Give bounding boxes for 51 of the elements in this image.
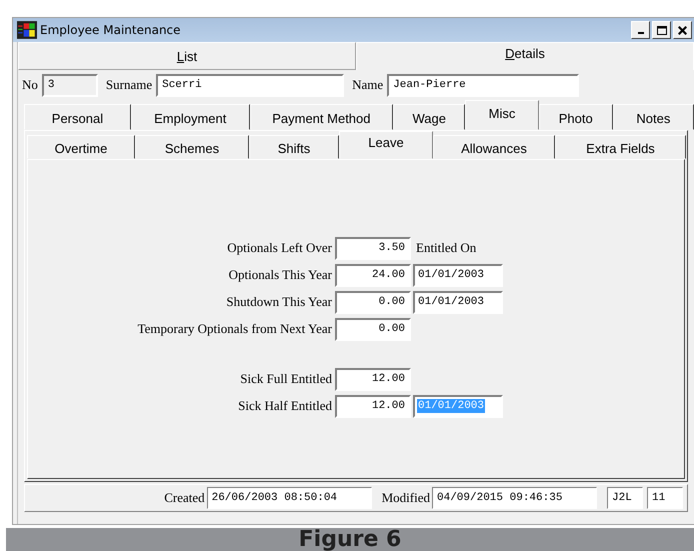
text-field[interactable]: Jean-Pierre bbox=[387, 74, 580, 96]
number-field[interactable]: 12.00 bbox=[335, 394, 411, 418]
field-label: Temporary Optionals from Next Year bbox=[136, 321, 333, 337]
window-title: Employee Maintenance bbox=[40, 23, 182, 37]
tab[interactable]: Notes bbox=[612, 104, 694, 130]
field-label: Sick Full Entitled bbox=[239, 371, 333, 387]
field-label: Surname bbox=[106, 77, 152, 93]
field-label: Optionals This Year bbox=[228, 267, 333, 283]
date-field[interactable]: 01/01/2003 bbox=[413, 264, 503, 286]
minimize-icon bbox=[638, 32, 644, 34]
view-tab[interactable]: Details bbox=[356, 42, 694, 70]
status-field: 26/06/2003 08:50:04 bbox=[206, 487, 372, 509]
field-label: Name bbox=[352, 77, 384, 93]
close-icon bbox=[678, 26, 687, 34]
app-icon bbox=[17, 21, 37, 39]
tab[interactable]: Schemes bbox=[135, 135, 249, 159]
status-field: J2L bbox=[607, 487, 643, 509]
minimize-button[interactable] bbox=[631, 21, 650, 39]
tab[interactable]: Extra Fields bbox=[555, 135, 686, 159]
field-label: Shutdown This Year bbox=[225, 294, 333, 310]
tab[interactable]: Photo bbox=[538, 104, 613, 130]
status-field: 04/09/2015 09:46:35 bbox=[432, 487, 597, 509]
number-field[interactable]: 12.00 bbox=[335, 368, 411, 390]
number-field[interactable]: 0.00 bbox=[335, 318, 411, 340]
maximize-button[interactable] bbox=[652, 21, 671, 39]
status-label: Created bbox=[164, 490, 205, 506]
text-field[interactable]: 3 bbox=[42, 74, 98, 96]
tab[interactable]: Allowances bbox=[433, 135, 555, 159]
tab[interactable]: Personal bbox=[24, 104, 131, 130]
status-label: Modified bbox=[382, 490, 430, 506]
maximize-icon bbox=[656, 26, 666, 34]
number-field[interactable]: 0.00 bbox=[335, 290, 411, 314]
field-label: Optionals Left Over bbox=[226, 240, 333, 256]
close-button[interactable] bbox=[673, 21, 692, 39]
view-tab[interactable]: List bbox=[18, 42, 356, 70]
number-field[interactable]: 24.00 bbox=[335, 264, 411, 286]
column-label: Entitled On bbox=[415, 240, 476, 256]
tab[interactable]: Misc bbox=[465, 100, 539, 130]
tab[interactable]: Employment bbox=[130, 104, 250, 130]
tab[interactable]: Shifts bbox=[249, 135, 339, 159]
tab[interactable]: Overtime bbox=[27, 135, 135, 159]
status-field: 11 bbox=[647, 487, 683, 509]
tab[interactable]: Payment Method bbox=[250, 104, 394, 130]
tab[interactable]: Wage bbox=[393, 104, 466, 130]
tab[interactable]: Leave bbox=[339, 131, 433, 159]
date-field[interactable]: 01/01/2003 bbox=[413, 290, 503, 314]
number-field[interactable]: 3.50 bbox=[335, 236, 411, 260]
field-label: No bbox=[22, 77, 38, 93]
text-field[interactable]: Scerri bbox=[156, 74, 344, 96]
field-label: Sick Half Entitled bbox=[237, 398, 333, 414]
figure-caption: Figure 6 bbox=[6, 528, 694, 551]
